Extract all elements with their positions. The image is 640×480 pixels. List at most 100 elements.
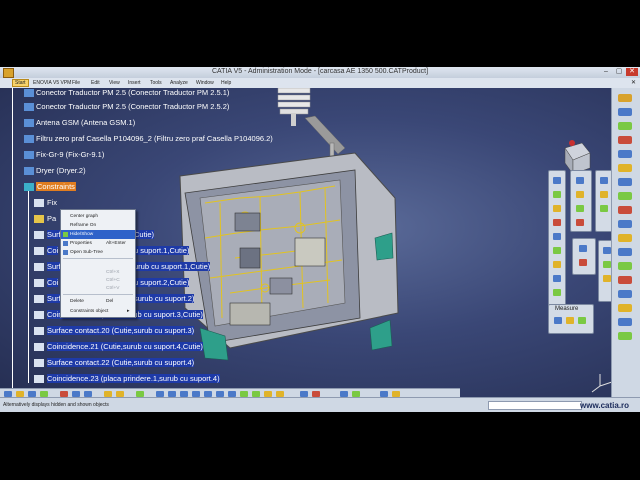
coincidence-icon — [34, 279, 44, 287]
menu-item-label: Reframe On — [70, 223, 97, 228]
toolbar-icon[interactable] — [618, 108, 632, 116]
toolbar-icon[interactable] — [618, 136, 632, 144]
doc-close-icon[interactable]: ✕ — [631, 79, 636, 86]
menu-item-open-sub-tree[interactable]: Open Sub-Tree — [61, 248, 135, 257]
toolbar-icon[interactable] — [618, 262, 632, 270]
menu-insert[interactable]: Insert — [128, 80, 141, 86]
move-tool-icon[interactable] — [576, 205, 584, 212]
coincidence-icon — [34, 343, 44, 351]
toolbar-icon[interactable] — [618, 150, 632, 158]
compass-widget[interactable] — [564, 140, 591, 175]
menu-file[interactable]: File — [72, 80, 80, 86]
command-input[interactable] — [488, 401, 582, 410]
tree-item[interactable]: Antena GSM (Antena GSM.1) — [0, 117, 240, 130]
hide-show-icon — [63, 232, 68, 237]
measure-between-icon[interactable] — [554, 317, 562, 324]
menu-view[interactable]: View — [109, 80, 120, 86]
tree-item-label: Antena GSM (Antena GSM.1) — [36, 118, 136, 127]
toolbar-icon[interactable] — [618, 304, 632, 312]
menu-item-center-graph[interactable]: Center graph — [61, 212, 135, 221]
sub-tree-icon — [63, 250, 68, 255]
product-tool-icon[interactable] — [600, 205, 608, 212]
menu-window[interactable]: Window — [196, 80, 214, 86]
menu-tools[interactable]: Tools — [150, 80, 162, 86]
toolbar-icon[interactable] — [618, 276, 632, 284]
toolbar-icon[interactable] — [618, 178, 632, 186]
tree-item-label: Constraints — [36, 182, 76, 191]
toolbar-icon[interactable] — [618, 318, 632, 326]
tree-item[interactable]: Dryer (Dryer.2) — [0, 165, 240, 178]
menu-edit[interactable]: Edit — [91, 80, 100, 86]
floating-toolbar-tools — [598, 240, 612, 302]
menu-analyze[interactable]: Analyze — [170, 80, 188, 86]
menu-help[interactable]: Help — [221, 80, 231, 86]
toolbar-icon[interactable] — [618, 164, 632, 172]
measure-inertia-icon[interactable] — [578, 317, 586, 324]
tree-item[interactable]: Surface contact.20 (Cutie,surub cu supor… — [0, 325, 200, 338]
tree-item[interactable]: Surface contact.22 (Cutie,surub cu supor… — [0, 357, 200, 370]
constraint-tool-icon[interactable] — [553, 275, 561, 282]
tree-item[interactable]: Conector Traductor PM 2.5 (Conector Trad… — [0, 101, 240, 114]
analysis-tool-icon[interactable] — [579, 245, 587, 252]
tree-item[interactable]: Coincidence.23 (placa prindere.1,surub c… — [0, 373, 220, 386]
surface-contact-icon — [34, 295, 44, 303]
tree-item-label: Surf — [47, 230, 61, 239]
tree-item[interactable]: Conector Traductor PM 2.5 (Conector Trad… — [0, 88, 240, 100]
move-tool-icon[interactable] — [576, 177, 584, 184]
move-tool-icon[interactable] — [576, 219, 584, 226]
constraint-tool-icon[interactable] — [553, 191, 561, 198]
menu-item-delete[interactable]: Delete Del — [61, 297, 135, 306]
watermark-logo: www.catia.ro — [580, 401, 630, 410]
coincidence-icon — [34, 247, 44, 255]
constraint-tool-icon[interactable] — [553, 247, 561, 254]
constraint-tool-icon[interactable] — [553, 289, 561, 296]
minimize-button[interactable]: – — [600, 68, 612, 76]
maximize-button[interactable]: ▢ — [613, 68, 625, 76]
constraint-tool-icon[interactable] — [553, 205, 561, 212]
tool-icon[interactable] — [603, 261, 611, 268]
menu-item-hide-show[interactable]: Hide/Show — [61, 230, 135, 239]
constraint-tool-icon[interactable] — [553, 233, 561, 240]
menu-item-reframe-on[interactable]: Reframe On — [61, 221, 135, 230]
constraint-tool-icon[interactable] — [553, 261, 561, 268]
tool-icon[interactable] — [603, 247, 611, 254]
submenu-arrow-icon: ▸ — [127, 309, 130, 314]
tool-icon[interactable] — [603, 275, 611, 282]
parameters-icon — [34, 215, 44, 223]
product-tool-icon[interactable] — [600, 177, 608, 184]
menu-item-properties[interactable]: Properties Alt+Enter — [61, 239, 135, 248]
tree-item[interactable]: Filtru zero praf Casella P104096_2 (Filt… — [0, 133, 280, 146]
move-tool-icon[interactable] — [576, 191, 584, 198]
tree-item-constraints[interactable]: Constraints — [0, 181, 120, 194]
measure-item-icon[interactable] — [566, 317, 574, 324]
toolbar-icon[interactable] — [618, 206, 632, 214]
toolbar-icon[interactable] — [618, 220, 632, 228]
tree-item[interactable]: Fix-Gr-9 (Fix-Gr-9.1) — [0, 149, 240, 162]
constraint-tool-icon[interactable] — [553, 219, 561, 226]
menu-enovia[interactable]: ENOVIA V5 VPM — [33, 80, 71, 86]
surface-contact-icon — [34, 231, 44, 239]
toolbar-icon[interactable] — [618, 234, 632, 242]
toolbar-icon[interactable] — [618, 122, 632, 130]
constraint-tool-icon[interactable] — [553, 177, 561, 184]
3d-viewport[interactable]: Conector Traductor PM 2.5 (Conector Trad… — [0, 88, 612, 398]
close-button[interactable]: ✕ — [626, 68, 638, 76]
product-icon — [24, 89, 34, 97]
product-tool-icon[interactable] — [600, 191, 608, 198]
menu-item-constraints-object[interactable]: Constraints object ▸ — [61, 307, 135, 316]
toolbar-icon[interactable] — [618, 290, 632, 298]
tree-item-label: Surf — [47, 262, 61, 271]
toolbar-icon[interactable] — [618, 332, 632, 340]
tree-item-label: Filtru zero praf Casella P104096_2 (Filt… — [36, 134, 273, 143]
toolbar-icon[interactable] — [618, 248, 632, 256]
window-title: CATIA V5 - Administration Mode - [carcas… — [211, 68, 429, 75]
workbench-icon[interactable] — [618, 94, 632, 102]
menu-item-shortcut: Alt+Enter — [106, 241, 126, 246]
title-bar: CATIA V5 - Administration Mode - [carcas… — [0, 67, 640, 78]
menu-start[interactable]: Start — [12, 79, 29, 87]
analysis-tool-icon[interactable] — [579, 259, 587, 266]
menu-item-label: Delete — [70, 299, 84, 304]
coincidence-icon — [34, 311, 44, 319]
tree-item[interactable]: Coincidence.21 (Cutie,surub cu suport.4,… — [0, 341, 203, 354]
toolbar-icon[interactable] — [618, 192, 632, 200]
